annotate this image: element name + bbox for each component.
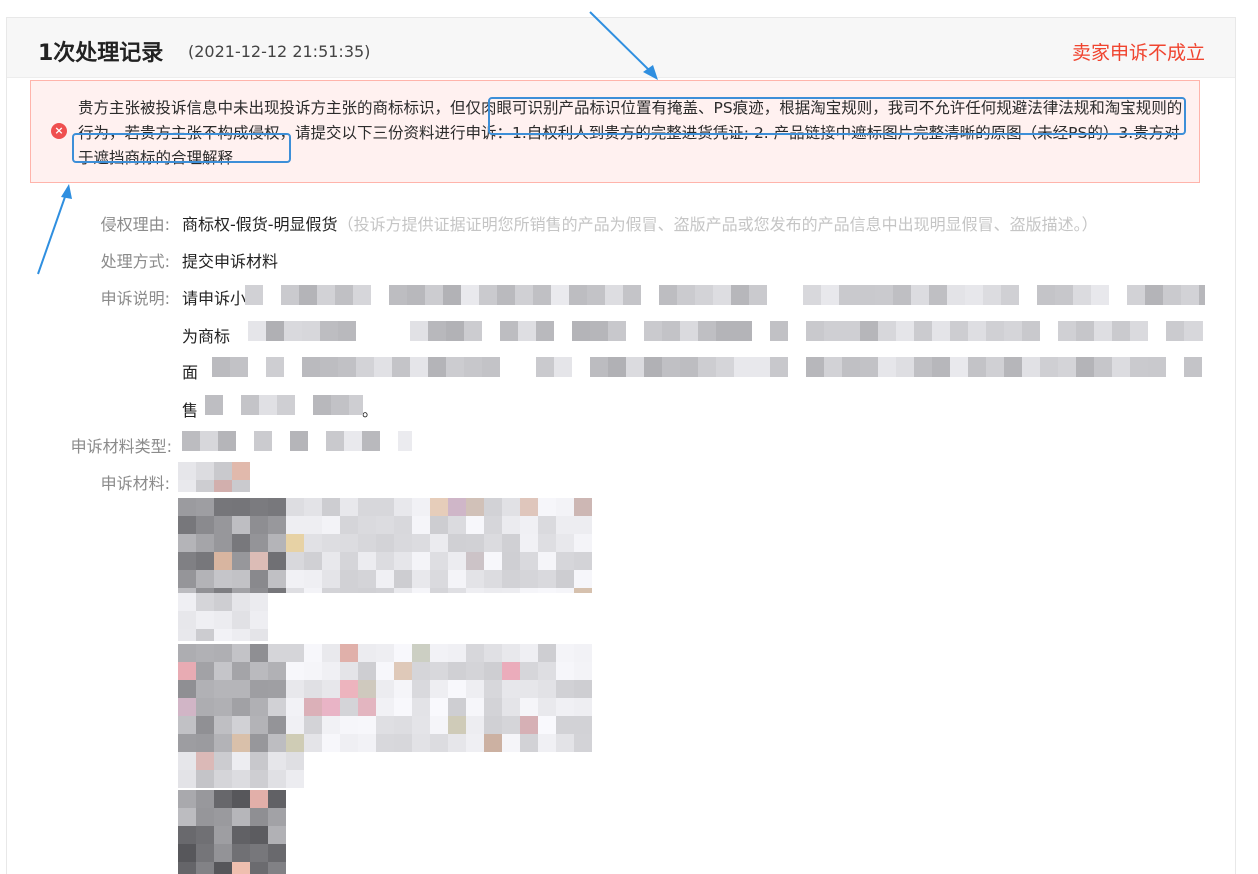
arrow-line-left bbox=[37, 193, 67, 275]
arrow-head-left bbox=[61, 184, 72, 199]
annotation-arrows bbox=[37, 11, 658, 275]
arrow-line-top bbox=[589, 11, 653, 74]
